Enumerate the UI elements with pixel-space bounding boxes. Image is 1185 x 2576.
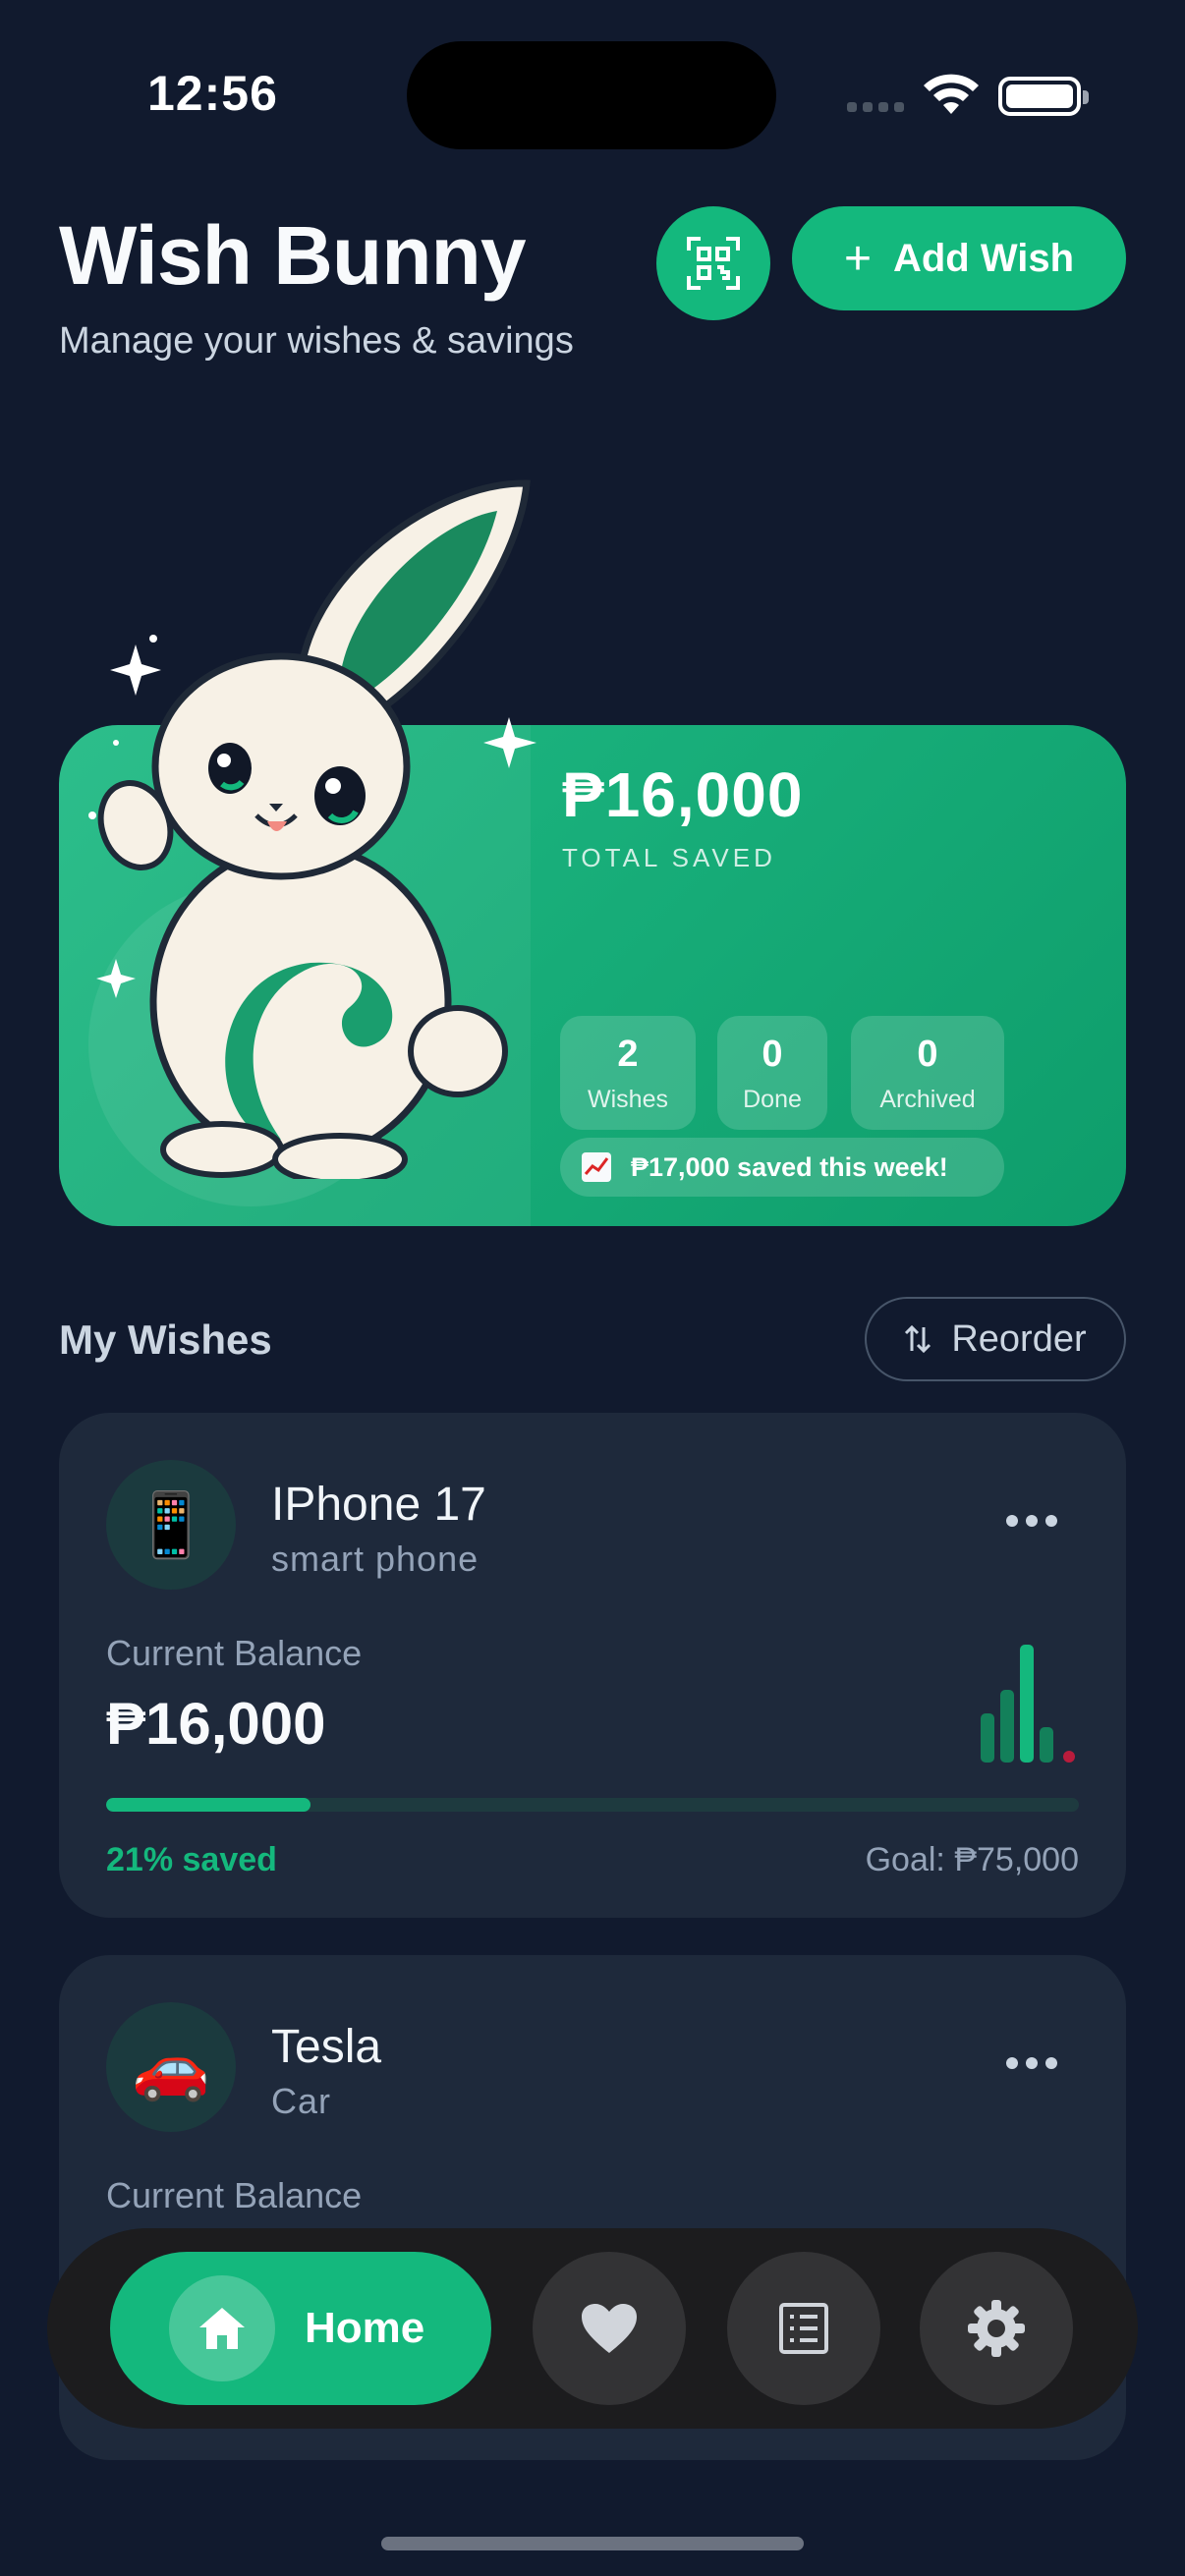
progress-percent: 21% saved: [106, 1841, 277, 1878]
app-screen: 12:56 Wish Bunny Manage your wishes & sa…: [0, 0, 1185, 2576]
my-wishes-title: My Wishes: [59, 1316, 272, 1363]
home-icon-wrap: [169, 2275, 275, 2381]
nav-wishlist-tab[interactable]: [533, 2252, 686, 2405]
plus-icon: +: [843, 232, 872, 285]
stat-done-label: Done: [743, 1086, 802, 1113]
stat-archived: 0 Archived: [851, 1016, 1004, 1130]
wish-icon-phone: 📱: [106, 1460, 236, 1590]
wish-category: Car: [271, 2081, 332, 2121]
progress-bar: [106, 1798, 1079, 1812]
bunny-mascot: [88, 479, 536, 1179]
stat-archived-label: Archived: [879, 1086, 976, 1113]
add-wish-button[interactable]: + Add Wish: [792, 206, 1126, 310]
home-indicator: [381, 2537, 804, 2550]
wifi-icon: [924, 74, 979, 114]
stat-done-value: 0: [762, 1034, 783, 1075]
balance-label: Current Balance: [106, 2175, 363, 2215]
mini-bar-chart-icon: [981, 1645, 1075, 1763]
stat-wishes-label: Wishes: [588, 1086, 668, 1113]
more-options-icon[interactable]: [1006, 1515, 1057, 1527]
total-saved-label: TOTAL SAVED: [562, 843, 776, 872]
stat-done: 0 Done: [717, 1016, 827, 1130]
wish-category: smart phone: [271, 1539, 480, 1579]
home-icon: [199, 2308, 245, 2349]
balance-label: Current Balance: [106, 1633, 363, 1673]
stat-archived-value: 0: [917, 1034, 938, 1075]
nav-home-label: Home: [305, 2304, 425, 2352]
sort-arrows-icon: [905, 1324, 931, 1354]
status-time: 12:56: [147, 66, 278, 121]
chart-increasing-icon: [582, 1152, 611, 1182]
add-wish-label: Add Wish: [892, 236, 1075, 280]
total-saved-amount: ₱16,000: [562, 759, 804, 830]
page-subtitle: Manage your wishes & savings: [59, 320, 574, 362]
weekly-savings-pill: ₱17,000 saved this week!: [560, 1138, 1004, 1197]
reorder-label: Reorder: [951, 1317, 1087, 1360]
wish-name: IPhone 17: [271, 1479, 486, 1531]
reorder-button[interactable]: Reorder: [865, 1297, 1126, 1381]
nav-settings-tab[interactable]: [920, 2252, 1073, 2405]
qr-scan-icon: [687, 237, 740, 290]
stat-wishes: 2 Wishes: [560, 1016, 696, 1130]
more-options-icon[interactable]: [1006, 2057, 1057, 2069]
stat-wishes-value: 2: [617, 1034, 639, 1075]
battery-icon: [998, 77, 1089, 116]
nav-list-tab[interactable]: [727, 2252, 880, 2405]
balance-value: ₱16,000: [106, 1691, 326, 1757]
gear-icon: [968, 2300, 1025, 2357]
cellular-signal-icon: [847, 102, 904, 112]
nav-home-tab[interactable]: Home: [110, 2252, 491, 2405]
wish-icon-car: 🚗: [106, 2002, 236, 2132]
scan-qr-button[interactable]: [656, 206, 770, 320]
list-icon: [779, 2303, 828, 2354]
dynamic-island: [407, 41, 776, 149]
progress-fill: [106, 1798, 310, 1812]
wish-card-iphone[interactable]: 📱 IPhone 17 smart phone Current Balance …: [59, 1413, 1126, 1918]
heart-icon: [582, 2304, 637, 2353]
wish-name: Tesla: [271, 2021, 382, 2073]
goal-amount: Goal: ₱75,000: [865, 1841, 1079, 1878]
weekly-savings-text: ₱17,000 saved this week!: [631, 1151, 948, 1182]
page-title: Wish Bunny: [59, 209, 527, 302]
